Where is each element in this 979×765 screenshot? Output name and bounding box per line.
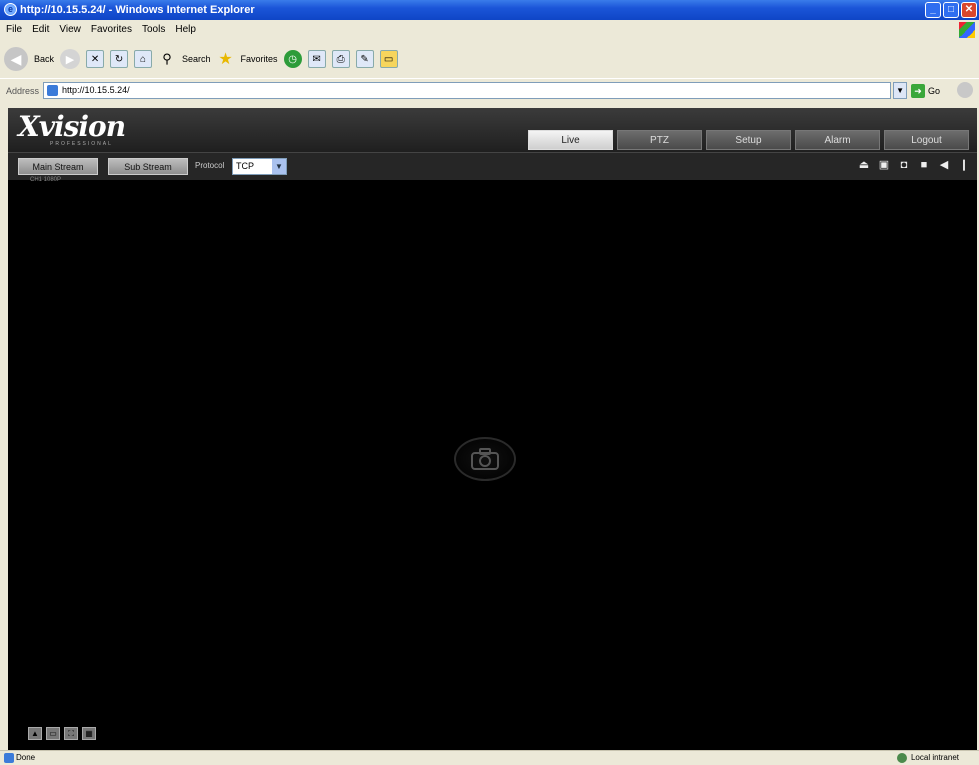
sub-stream-button[interactable]: Sub Stream bbox=[108, 158, 188, 175]
app-header: Xvision PROFESSIONAL Live PTZ Setup Alar… bbox=[8, 108, 977, 152]
tab-logout[interactable]: Logout bbox=[884, 130, 969, 150]
security-zone: Local intranet bbox=[896, 751, 959, 765]
address-dropdown-icon[interactable]: ▼ bbox=[893, 82, 908, 99]
home-icon[interactable]: ⌂ bbox=[134, 50, 153, 68]
camera-web-app: Xvision PROFESSIONAL Live PTZ Setup Alar… bbox=[8, 108, 977, 750]
status-bar: Done Local intranet bbox=[0, 750, 979, 765]
minimize-icon[interactable]: _ bbox=[925, 2, 941, 18]
address-input[interactable]: http://10.15.5.24/ bbox=[43, 82, 892, 99]
go-button[interactable]: ➜ Go bbox=[911, 83, 941, 98]
menu-favorites[interactable]: Favorites bbox=[91, 20, 132, 40]
tab-ptz[interactable]: PTZ bbox=[617, 130, 702, 150]
video-tools: ▲ ▭ ⛶ ▦ bbox=[28, 727, 96, 740]
fullscreen-icon[interactable]: ⛶ bbox=[64, 727, 78, 740]
menu-view[interactable]: View bbox=[59, 20, 81, 40]
go-label: Go bbox=[928, 85, 941, 96]
brand-subtitle: PROFESSIONAL bbox=[50, 141, 113, 147]
live-tools: ⏏ ▣ ◘ ■ ◀ ❙ bbox=[857, 158, 971, 172]
menu-file[interactable]: File bbox=[6, 20, 22, 40]
speaker-icon[interactable]: ◀ bbox=[937, 158, 951, 172]
address-value: http://10.15.5.24/ bbox=[62, 85, 130, 95]
main-stream-button[interactable]: Main Stream bbox=[18, 158, 98, 175]
zoom-icon[interactable]: ▦ bbox=[82, 727, 96, 740]
page-status-icon bbox=[4, 753, 14, 763]
page-icon bbox=[47, 85, 59, 96]
edit-icon[interactable]: ✎ bbox=[355, 50, 374, 68]
mail-icon[interactable]: ✉ bbox=[307, 50, 326, 68]
channel-label: CH1 1080P bbox=[30, 177, 62, 183]
close-icon[interactable]: ✕ bbox=[961, 2, 977, 18]
print-icon[interactable]: ⎙ bbox=[331, 50, 350, 68]
back-icon[interactable]: ◀ bbox=[4, 47, 28, 71]
search-icon[interactable]: ⚲ bbox=[158, 50, 176, 68]
addon-icon[interactable] bbox=[957, 82, 973, 98]
record-icon[interactable]: ■ bbox=[917, 158, 931, 172]
windows-logo-icon bbox=[959, 22, 975, 38]
favorites-label[interactable]: Favorites bbox=[241, 54, 278, 64]
image-icon[interactable]: ▲ bbox=[28, 727, 42, 740]
history-icon[interactable]: ◷ bbox=[283, 50, 302, 68]
protocol-select[interactable]: TCP ▼ bbox=[232, 158, 287, 175]
tab-live[interactable]: Live bbox=[528, 130, 613, 150]
stream-control-bar: Main Stream Sub Stream Protocol TCP ▼ CH… bbox=[8, 152, 977, 183]
window-controls: _ □ ✕ bbox=[925, 2, 977, 18]
go-arrow-icon: ➜ bbox=[911, 83, 926, 98]
folder-icon[interactable]: ▭ bbox=[379, 50, 398, 68]
user-icon[interactable]: ⏏ bbox=[857, 158, 871, 172]
tab-setup[interactable]: Setup bbox=[706, 130, 791, 150]
window-icon[interactable]: ▣ bbox=[877, 158, 891, 172]
refresh-icon[interactable]: ↻ bbox=[110, 50, 129, 68]
ie-logo-icon: e bbox=[4, 3, 17, 16]
chevron-down-icon: ▼ bbox=[272, 159, 286, 174]
forward-icon[interactable]: ▶ bbox=[60, 49, 81, 69]
menu-edit[interactable]: Edit bbox=[32, 20, 49, 40]
stop-icon[interactable]: ✕ bbox=[86, 50, 105, 68]
camera-placeholder-icon bbox=[454, 437, 516, 481]
menu-help[interactable]: Help bbox=[175, 20, 196, 40]
back-label[interactable]: Back bbox=[34, 54, 54, 64]
browser-toolbar: ◀ Back ▶ ✕ ↻ ⌂ ⚲ Search ★ Favorites ◷ ✉ … bbox=[0, 40, 979, 78]
status-text: Done bbox=[16, 753, 36, 762]
protocol-label: Protocol bbox=[195, 161, 225, 170]
snapshot-icon[interactable]: ◘ bbox=[897, 158, 911, 172]
favorites-icon[interactable]: ★ bbox=[217, 50, 235, 68]
ratio-icon[interactable]: ▭ bbox=[46, 727, 60, 740]
nav-tabs: Live PTZ Setup Alarm Logout bbox=[528, 130, 969, 150]
menu-tools[interactable]: Tools bbox=[142, 20, 165, 40]
menu-bar: File Edit View Favorites Tools Help bbox=[0, 20, 979, 40]
tab-alarm[interactable]: Alarm bbox=[795, 130, 880, 150]
search-label[interactable]: Search bbox=[182, 54, 211, 64]
microphone-icon[interactable]: ❙ bbox=[957, 158, 971, 172]
brand-logo: Xvision bbox=[18, 110, 126, 143]
address-label: Address bbox=[6, 85, 40, 96]
browser-title-bar: e http://10.15.5.24/ - Windows Internet … bbox=[0, 0, 979, 20]
video-viewport[interactable]: ▲ ▭ ⛶ ▦ bbox=[8, 193, 977, 750]
maximize-icon[interactable]: □ bbox=[943, 2, 959, 18]
window-title: http://10.15.5.24/ - Windows Internet Ex… bbox=[20, 4, 255, 16]
protocol-value: TCP bbox=[236, 161, 254, 171]
address-bar: Address http://10.15.5.24/ ▼ ➜ Go bbox=[0, 78, 979, 102]
